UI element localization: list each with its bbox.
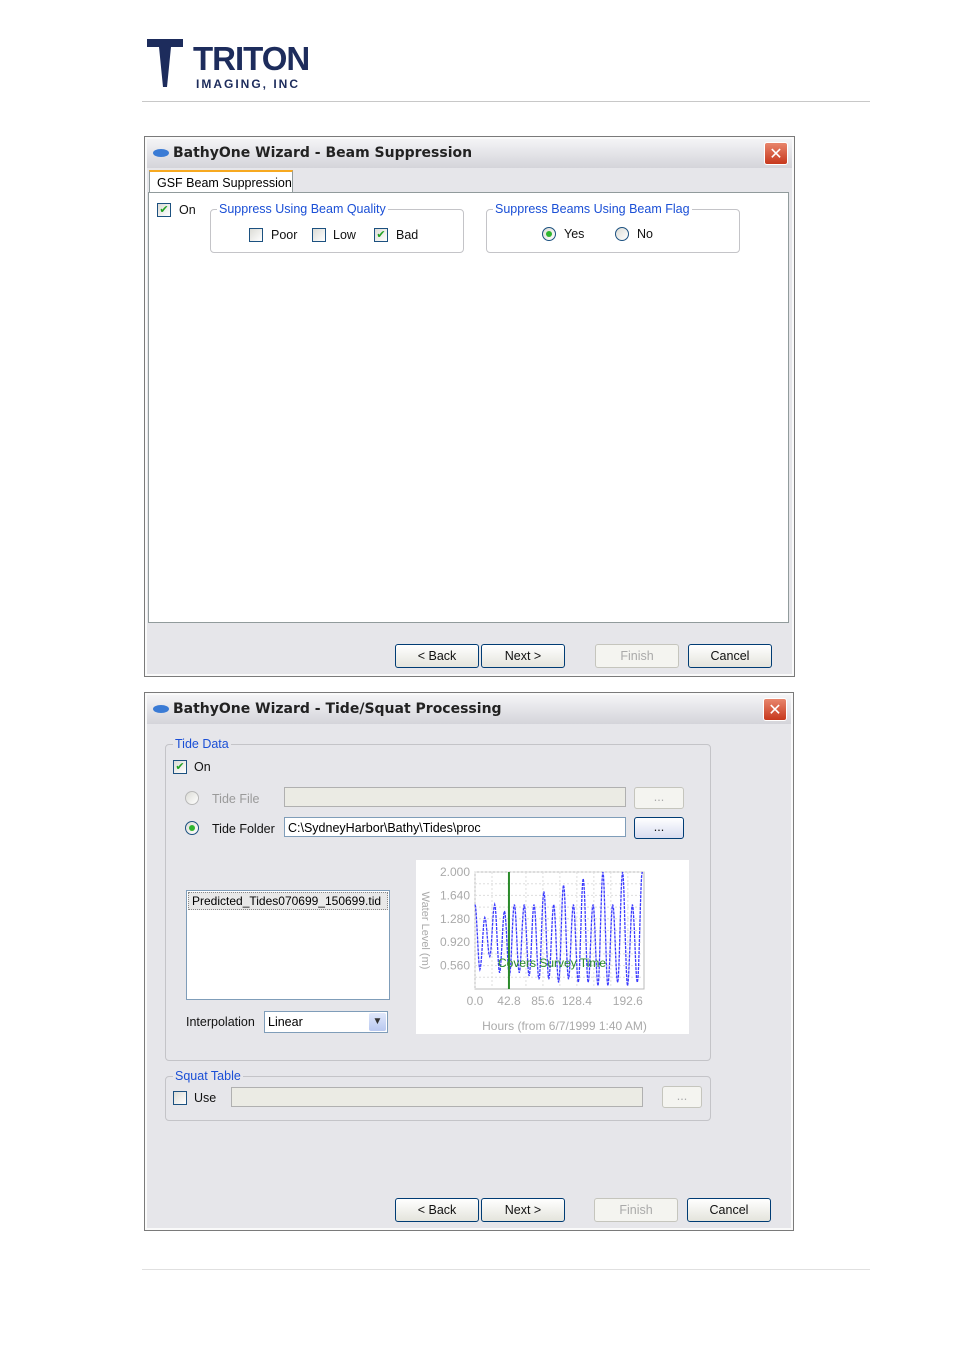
- interpolation-select[interactable]: Linear ▼: [264, 1011, 388, 1033]
- triton-logo-icon: [147, 39, 183, 87]
- yes-radio[interactable]: [542, 227, 556, 241]
- dialog-title: BathyOne Wizard - Tide/Squat Processing: [173, 701, 502, 717]
- x-tick-label: 85.6: [531, 994, 555, 1008]
- finish-button[interactable]: Finish: [594, 1198, 678, 1222]
- cancel-button[interactable]: Cancel: [688, 644, 772, 668]
- y-axis-label: Water Level (m): [419, 892, 431, 970]
- survey-time-annotation: Covers Survey Time: [498, 956, 606, 970]
- tide-data-group-label: Tide Data: [173, 737, 231, 751]
- list-item[interactable]: Predicted_Tides070699_150699.tid: [188, 892, 388, 910]
- tide-chart-svg: 0.0 42.8 85.6 128.4 192.6 2.000 1.640 1.280 0.92…: [419, 865, 647, 1033]
- logo-subtext: IMAGING, INC: [196, 77, 300, 91]
- app-icon: [153, 705, 169, 713]
- close-button[interactable]: ✕: [764, 142, 788, 165]
- tide-folder-input[interactable]: C:\SydneyHarbor\Bathy\Tides\proc: [284, 817, 626, 837]
- tide-on-checkbox[interactable]: ✔: [173, 760, 187, 774]
- interpolation-label: Interpolation: [186, 1015, 255, 1029]
- page: TRITON IMAGING, INC BathyOne Wizard - Be…: [0, 0, 954, 1350]
- low-checkbox[interactable]: [312, 228, 326, 242]
- squat-table-group-label: Squat Table: [173, 1069, 243, 1083]
- footer-rule: [142, 1269, 870, 1270]
- x-tick-label: 128.4: [562, 994, 592, 1008]
- squat-table-input[interactable]: [231, 1087, 643, 1107]
- x-tick-label: 0.0: [467, 994, 484, 1008]
- beam-quality-group-label: Suppress Using Beam Quality: [217, 202, 388, 216]
- tide-folder-browse-button[interactable]: ...: [634, 817, 684, 839]
- y-tick-label: 2.000: [440, 865, 470, 879]
- cancel-button[interactable]: Cancel: [687, 1198, 771, 1222]
- tide-folder-radio[interactable]: [185, 821, 199, 835]
- no-radio[interactable]: [615, 227, 629, 241]
- tide-file-radio[interactable]: [185, 791, 199, 805]
- y-tick-label: 0.920: [440, 935, 470, 949]
- tide-file-list[interactable]: Predicted_Tides070699_150699.tid: [186, 890, 390, 1000]
- close-button[interactable]: ✕: [763, 698, 787, 721]
- yes-label: Yes: [564, 227, 585, 241]
- x-tick-label: 42.8: [497, 994, 521, 1008]
- chevron-down-icon[interactable]: ▼: [369, 1013, 386, 1031]
- bad-label: Bad: [396, 228, 419, 242]
- squat-browse-button[interactable]: ...: [662, 1086, 702, 1108]
- back-button[interactable]: < Back: [395, 1198, 479, 1222]
- finish-button[interactable]: Finish: [595, 644, 679, 668]
- tide-file-label: Tide File: [212, 792, 260, 806]
- title-bar: BathyOne Wizard - Beam Suppression ✕: [147, 139, 792, 168]
- bad-checkbox[interactable]: ✔: [374, 228, 388, 242]
- y-tick-label: 1.640: [440, 888, 470, 902]
- beam-suppression-dialog: BathyOne Wizard - Beam Suppression ✕ GSF …: [144, 136, 795, 677]
- low-label: Low: [333, 228, 356, 242]
- y-tick-label: 0.560: [440, 959, 470, 973]
- tide-folder-label: Tide Folder: [212, 822, 275, 836]
- y-tick-label: 1.280: [440, 912, 470, 926]
- x-tick-label: 192.6: [613, 994, 643, 1008]
- logo-text: TRITON: [193, 40, 310, 77]
- tide-squat-dialog: BathyOne Wizard - Tide/Squat Processing ✕…: [144, 692, 794, 1231]
- use-checkbox[interactable]: [173, 1091, 187, 1105]
- interpolation-value: Linear: [268, 1015, 303, 1029]
- tide-chart: 0.0 42.8 85.6 128.4 192.6 2.000 1.640 1.280 0.92…: [416, 860, 689, 1034]
- on-checkbox[interactable]: ✔: [157, 203, 171, 217]
- title-bar: BathyOne Wizard - Tide/Squat Processing ✕: [147, 695, 791, 724]
- tide-file-browse-button[interactable]: ...: [634, 787, 684, 809]
- next-button[interactable]: Next >: [481, 644, 565, 668]
- use-label: Use: [194, 1091, 217, 1105]
- beam-flag-group-label: Suppress Beams Using Beam Flag: [493, 202, 692, 216]
- header-rule: [142, 101, 870, 102]
- no-label: No: [637, 227, 653, 241]
- on-label: On: [179, 203, 196, 217]
- back-button[interactable]: < Back: [395, 644, 479, 668]
- x-axis-label: Hours (from 6/7/1999 1:40 AM): [482, 1019, 647, 1033]
- next-button[interactable]: Next >: [481, 1198, 565, 1222]
- poor-checkbox[interactable]: [249, 228, 263, 242]
- dialog-title: BathyOne Wizard - Beam Suppression: [173, 145, 473, 161]
- tide-file-input[interactable]: [284, 787, 626, 807]
- tide-on-label: On: [194, 760, 211, 774]
- app-icon: [153, 149, 169, 157]
- poor-label: Poor: [271, 228, 298, 242]
- tab-panel: ✔ On Suppress Using Beam Quality Poor Lo…: [148, 192, 789, 623]
- tab-gsf-beam-suppression[interactable]: GSF Beam Suppression: [149, 170, 293, 192]
